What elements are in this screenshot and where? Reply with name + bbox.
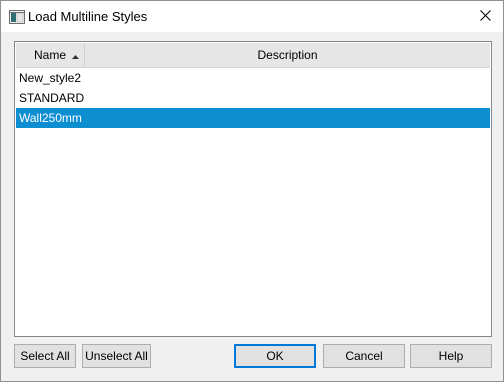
list-item[interactable]: STANDARD	[16, 88, 490, 108]
column-header-description[interactable]: Description	[85, 43, 490, 67]
styles-list[interactable]: Name Description New_style2 STANDARD Wal…	[14, 41, 492, 337]
close-icon	[479, 9, 491, 24]
app-window-icon	[9, 10, 25, 24]
column-header-name-label: Name	[34, 48, 67, 62]
sort-ascending-icon	[72, 48, 80, 62]
cancel-button[interactable]: Cancel	[323, 344, 405, 368]
help-button[interactable]: Help	[410, 344, 492, 368]
list-item-name: STANDARD	[19, 91, 85, 105]
column-header-name[interactable]: Name	[16, 43, 85, 67]
list-item[interactable]: New_style2	[16, 68, 490, 88]
list-item-name: Wall250mm	[19, 111, 82, 125]
list-header: Name Description	[16, 43, 490, 68]
close-button[interactable]	[467, 1, 503, 32]
list-item-name: New_style2	[19, 71, 82, 85]
list-item-selected[interactable]: Wall250mm	[16, 108, 490, 128]
dialog-title: Load Multiline Styles	[28, 9, 148, 24]
list-rows: New_style2 STANDARD Wall250mm	[16, 68, 490, 128]
ok-button[interactable]: OK	[234, 344, 316, 368]
title-bar[interactable]: Load Multiline Styles	[1, 1, 503, 32]
load-multiline-styles-dialog: Load Multiline Styles Name Description N…	[0, 0, 504, 382]
unselect-all-button[interactable]: Unselect All	[82, 344, 151, 368]
select-all-button[interactable]: Select All	[14, 344, 76, 368]
column-header-description-label: Description	[257, 48, 318, 62]
